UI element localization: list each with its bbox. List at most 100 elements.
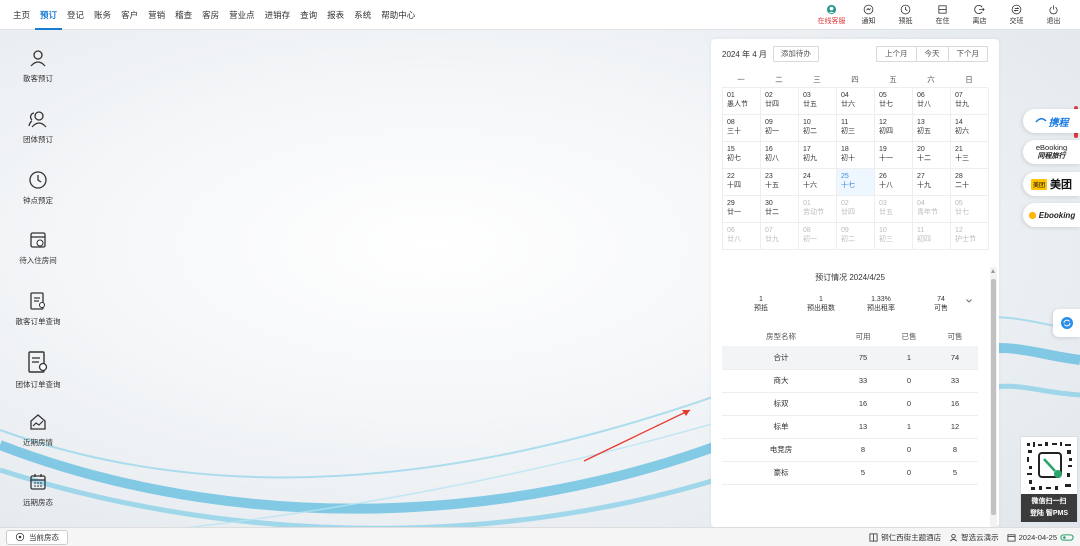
calendar-day[interactable]: 01 愚人节 <box>723 88 761 115</box>
calendar-day[interactable]: 28 二十 <box>951 169 989 196</box>
sidebar-item-individual-booking[interactable]: 散客预订 <box>0 48 76 84</box>
calendar-day[interactable]: 22 十四 <box>723 169 761 196</box>
calendar-day[interactable]: 07 廿九 <box>761 223 799 250</box>
calendar-day[interactable]: 08 初一 <box>799 223 837 250</box>
calendar-day[interactable]: 09 初二 <box>837 223 875 250</box>
calendar-day[interactable]: 11 初三 <box>837 115 875 142</box>
sidebar-item-group-order-search[interactable]: 团体订单查询 <box>0 350 76 390</box>
sidebar-item-hourly-booking[interactable]: 钟点预定 <box>0 170 76 206</box>
calendar-day[interactable]: 23 十五 <box>761 169 799 196</box>
hotel-info[interactable]: 铜仁西街主题酒店 <box>869 532 941 543</box>
ctrip-badge[interactable]: 携程 <box>1023 109 1080 133</box>
menu-item[interactable]: 客房 <box>197 0 224 30</box>
calendar-day[interactable]: 27 十九 <box>913 169 951 196</box>
meituan-badge[interactable]: 美团 美团 <box>1023 172 1080 196</box>
calendar-day[interactable]: 15 初七 <box>723 142 761 169</box>
menu-item[interactable]: 系统 <box>349 0 376 30</box>
arrival-button[interactable]: 预抵 <box>887 0 924 30</box>
sidebar-item-pending-checkin[interactable]: 待入住房间 <box>0 230 76 266</box>
calendar-day[interactable]: 03 廿五 <box>799 88 837 115</box>
calendar-day[interactable]: 05 廿七 <box>951 196 989 223</box>
calendar-icon <box>30 474 46 490</box>
calendar-day[interactable]: 26 十八 <box>875 169 913 196</box>
menu-item[interactable]: 账务 <box>89 0 116 30</box>
table-row[interactable]: 标单 13 1 12 <box>722 415 978 439</box>
table-row[interactable]: 电竞房 8 0 8 <box>722 438 978 462</box>
link-icon[interactable] <box>1060 533 1074 542</box>
calendar-day[interactable]: 11 初四 <box>913 223 951 250</box>
calendar-day-today[interactable]: 25 十七 <box>837 169 875 196</box>
online-support-button[interactable]: 在线客服 <box>813 0 850 30</box>
menu-item[interactable]: 登记 <box>62 0 89 30</box>
calendar-day[interactable]: 29 廿一 <box>723 196 761 223</box>
prev-month-button[interactable]: 上个月 <box>876 46 917 62</box>
ebooking-badge[interactable]: Ebooking <box>1023 203 1080 227</box>
scrollbar-thumb[interactable] <box>991 279 996 515</box>
table-row[interactable]: 豪标 5 0 5 <box>722 461 978 485</box>
menu-item[interactable]: 营业点 <box>224 0 260 30</box>
menu-item[interactable]: 进销存 <box>260 0 296 30</box>
calendar-day[interactable]: 07 廿九 <box>951 88 989 115</box>
user-info[interactable]: 智选云演示 <box>949 532 999 543</box>
calendar-day[interactable]: 30 廿二 <box>761 196 799 223</box>
calendar-day[interactable]: 19 十一 <box>875 142 913 169</box>
calendar-day[interactable]: 04 廿六 <box>837 88 875 115</box>
menu-item[interactable]: 营销 <box>143 0 170 30</box>
sidebar-item-future-room-status[interactable]: 远期房态 <box>0 472 76 508</box>
calendar-day[interactable]: 02 廿四 <box>837 196 875 223</box>
calendar-day[interactable]: 24 十六 <box>799 169 837 196</box>
table-row[interactable]: 标双 16 0 16 <box>722 392 978 416</box>
calendar-day[interactable]: 02 廿四 <box>761 88 799 115</box>
scroll-up-icon[interactable] <box>991 269 995 273</box>
lunar-date: 二十 <box>955 182 969 189</box>
menu-item[interactable]: 预订 <box>35 0 63 30</box>
table-summary-row[interactable]: 合计 75 1 74 <box>722 346 978 370</box>
calendar-day[interactable]: 01 劳动节 <box>799 196 837 223</box>
calendar-day[interactable]: 06 廿八 <box>723 223 761 250</box>
qr-code-icon <box>1025 440 1075 492</box>
current-room-status-button[interactable]: 当前房态 <box>6 529 68 545</box>
panel-scrollbar[interactable] <box>990 267 997 527</box>
menu-item[interactable]: 查询 <box>295 0 322 30</box>
in-house-button[interactable]: 在住 <box>924 0 961 30</box>
today-button[interactable]: 今天 <box>915 46 949 62</box>
calendar-day[interactable]: 14 初六 <box>951 115 989 142</box>
wechat-qr-card[interactable]: 微信扫一扫 登陆 智PMS <box>1020 436 1078 522</box>
menu-item[interactable]: 报表 <box>322 0 349 30</box>
tongcheng-ebooking-badge[interactable]: eBooking 同程旅行 <box>1023 140 1080 164</box>
menu-item[interactable]: 客户 <box>116 0 143 30</box>
calendar-day[interactable]: 10 初二 <box>799 115 837 142</box>
calendar-day[interactable]: 06 廿八 <box>913 88 951 115</box>
calendar-day[interactable]: 04 青年节 <box>913 196 951 223</box>
calendar-day[interactable]: 12 护士节 <box>951 223 989 250</box>
menu-item[interactable]: 稽查 <box>170 0 197 30</box>
add-todo-button[interactable]: 添加待办 <box>772 46 819 62</box>
departure-button[interactable]: 离店 <box>961 0 998 30</box>
calendar-day[interactable]: 09 初一 <box>761 115 799 142</box>
calendar-day[interactable]: 20 十二 <box>913 142 951 169</box>
calendar-day[interactable]: 13 初五 <box>913 115 951 142</box>
day-number: 20 <box>917 146 925 153</box>
next-month-button[interactable]: 下个月 <box>947 46 988 62</box>
logout-button[interactable]: 退出 <box>1035 0 1072 30</box>
calendar-day[interactable]: 05 廿七 <box>875 88 913 115</box>
sidebar-item-recent-room-status[interactable]: 近期房情 <box>0 412 76 448</box>
menu-item[interactable]: 主页 <box>8 0 35 30</box>
calendar-day[interactable]: 03 廿五 <box>875 196 913 223</box>
calendar-day[interactable]: 10 初三 <box>875 223 913 250</box>
calendar-day[interactable]: 08 三十 <box>723 115 761 142</box>
sidebar-item-individual-order-search[interactable]: 散客订单查询 <box>0 291 76 327</box>
calendar-day[interactable]: 12 初四 <box>875 115 913 142</box>
calendar-day[interactable]: 21 十三 <box>951 142 989 169</box>
calendar-day[interactable]: 17 初九 <box>799 142 837 169</box>
menu-item[interactable]: 帮助中心 <box>376 0 420 30</box>
notice-button[interactable]: 通知 <box>850 0 887 30</box>
ctrip-logo-icon <box>1034 118 1047 123</box>
shift-handover-button[interactable]: 交班 <box>998 0 1035 30</box>
calendar-day[interactable]: 16 初八 <box>761 142 799 169</box>
refresh-button[interactable] <box>1053 309 1080 337</box>
calendar-day[interactable]: 18 初十 <box>837 142 875 169</box>
chevron-down-icon[interactable] <box>965 297 973 305</box>
sidebar-item-group-booking[interactable]: 团体预订 <box>0 109 76 145</box>
table-row[interactable]: 商大 33 0 33 <box>722 369 978 393</box>
